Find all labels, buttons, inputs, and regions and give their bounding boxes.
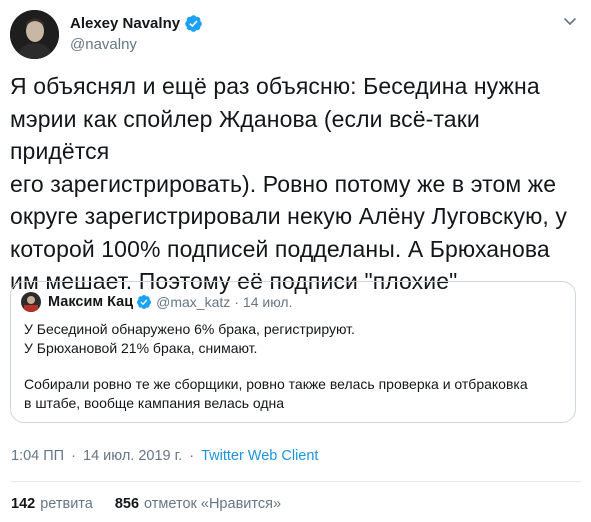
tweet-time[interactable]: 1:04 ПП	[11, 448, 64, 464]
author-avatar[interactable]	[10, 10, 59, 59]
likes-label: отметок «Нравится»	[144, 496, 282, 512]
quote-text: У Бесединой обнаружено 6% брака, регистр…	[24, 320, 564, 412]
tweet-date[interactable]: 14 июл. 2019 г.	[83, 448, 182, 464]
author-info: Alexey Navalny @navalny	[70, 13, 203, 53]
chevron-down-icon[interactable]	[562, 13, 578, 29]
quoted-tweet[interactable]: Максим Кац @max_katz · 14 июл. У Беседин…	[10, 281, 576, 423]
likes-stat[interactable]: 856 отметок «Нравится»	[115, 496, 281, 512]
author-name[interactable]: Alexey Navalny	[70, 15, 180, 32]
quote-line: в штабе, вообще кампания велась одна	[24, 394, 285, 411]
likes-count: 856	[114, 496, 140, 512]
tweet-stats: 142 ретвита 856 отметок «Нравится»	[11, 496, 303, 512]
retweets-count: 142	[11, 496, 36, 512]
verified-badge-icon	[137, 295, 152, 309]
separator-dot: ·	[71, 448, 76, 464]
quote-line: У Бесединой обнаружено 6% брака, регистр…	[24, 321, 355, 337]
separator-dot: ·	[234, 294, 239, 310]
author-handle[interactable]: @navalny	[70, 36, 203, 53]
tweet-text: Я объяснял и ещё раз объясню: Беседина н…	[10, 73, 568, 294]
tweet-meta: 1:04 ПП · 14 июл. 2019 г. · Twitter Web …	[11, 448, 318, 464]
tweet-card: Alexey Navalny @navalny Я объяснял и ещё…	[0, 0, 591, 522]
quote-line: Собирали ровно те же сборщики, ровно так…	[24, 376, 528, 392]
quote-date[interactable]: 14 июл.	[243, 294, 293, 310]
quote-author-avatar[interactable]	[21, 292, 41, 312]
verified-badge-icon	[185, 14, 202, 32]
divider	[10, 481, 582, 482]
retweets-label: ретвита	[40, 496, 93, 512]
quote-author-handle[interactable]: @max_katz	[156, 294, 230, 310]
quote-line: У Брюхановой 21% брака, снимают.	[24, 339, 258, 356]
quote-author-name[interactable]: Максим Кац	[48, 294, 133, 310]
separator-dot: ·	[189, 448, 195, 464]
tweet-source-link[interactable]: Twitter Web Client	[201, 448, 318, 464]
retweets-stat[interactable]: 142 ретвита	[11, 496, 93, 512]
